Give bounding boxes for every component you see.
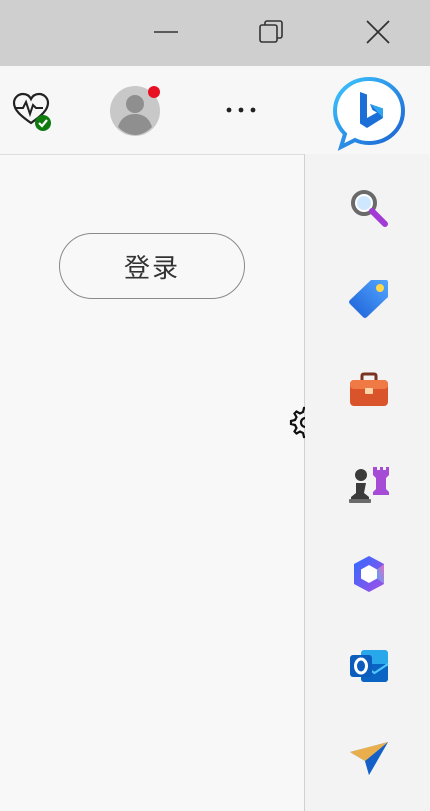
paper-plane-icon xyxy=(350,742,388,775)
sidebar-item-games[interactable] xyxy=(343,456,395,508)
avatar-icon xyxy=(110,86,160,136)
browser-toolbar xyxy=(0,66,430,154)
chess-icon xyxy=(349,467,389,503)
sidebar-item-tools[interactable] xyxy=(343,364,395,416)
more-ellipsis-icon xyxy=(226,107,256,113)
search-icon xyxy=(351,190,388,227)
tag-icon xyxy=(349,280,388,318)
minimize-button[interactable] xyxy=(138,8,194,56)
toolbox-icon xyxy=(350,372,388,406)
side-panel: 登录 xyxy=(0,154,305,811)
heart-check-icon xyxy=(12,92,51,131)
restore-button[interactable] xyxy=(243,8,299,56)
title-bar xyxy=(0,0,430,66)
profile-button[interactable] xyxy=(106,80,166,140)
settings-button[interactable] xyxy=(287,405,305,439)
outlook-icon xyxy=(350,650,389,682)
edge-sidebar xyxy=(306,154,430,811)
sidebar-item-search[interactable] xyxy=(343,182,395,234)
sidebar-item-microsoft-365[interactable] xyxy=(343,548,395,600)
gear-icon xyxy=(289,406,305,439)
login-button[interactable]: 登录 xyxy=(59,233,245,299)
close-button[interactable] xyxy=(350,8,406,56)
restore-icon xyxy=(259,20,283,43)
more-options-button[interactable] xyxy=(216,88,266,132)
bing-copilot-icon xyxy=(332,76,406,151)
notification-badge xyxy=(148,86,160,98)
close-icon xyxy=(366,20,390,44)
sidebar-item-outlook[interactable] xyxy=(343,640,395,692)
sidebar-item-shopping[interactable] xyxy=(343,272,395,324)
minimize-icon xyxy=(154,31,178,33)
sidebar-item-drop[interactable] xyxy=(343,732,395,784)
browser-essentials-button[interactable] xyxy=(6,86,56,136)
copilot-button[interactable] xyxy=(328,74,410,154)
microsoft-365-icon xyxy=(354,556,384,592)
